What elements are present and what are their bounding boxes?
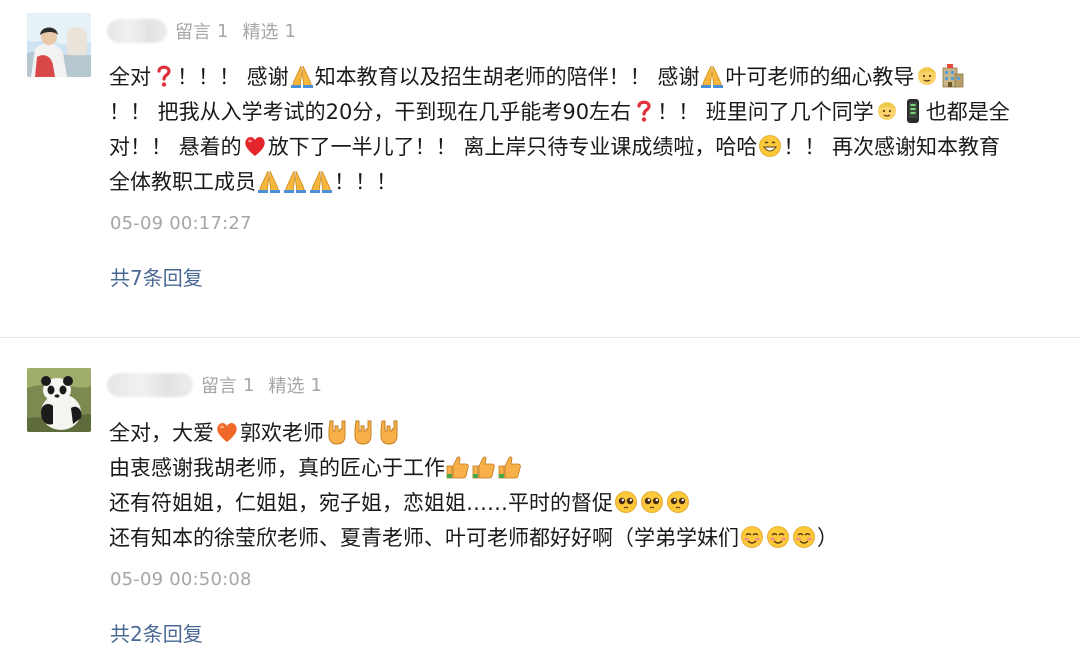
phone-icon (901, 98, 925, 124)
comment-meta: 留言 1 精选 1 (107, 369, 336, 401)
smiling-face-icon (915, 63, 939, 89)
comment-line: 由衷感谢我胡老师，真的匠心于工作 (109, 451, 838, 486)
red-question-mark-icon (632, 98, 656, 124)
featured-label: 精选 (242, 22, 279, 43)
folded-hands-icon (700, 63, 724, 89)
message-label: 留言 (175, 22, 211, 43)
featured-count: 1 (284, 20, 296, 42)
comment-meta: 留言 1 精选 1 (107, 15, 310, 47)
rock-on-hand-icon (351, 419, 375, 445)
thumbs-up-icon (472, 454, 496, 480)
comment-line: 对！！ 悬着的 放下了一半儿了！！ 离上岸只待专业课成绩啦，哈哈！！ 再次感谢知本… (109, 133, 1001, 159)
pleading-face-icon (640, 489, 664, 515)
comment-line: 全体教职工成员！！！ (109, 168, 397, 194)
avatar[interactable] (27, 368, 91, 432)
rock-on-hand-icon (377, 419, 401, 445)
smiling-face-icon (875, 98, 899, 124)
comment-body: 全对！！！ 感谢 知本教育以及招生胡老师的陪伴！！ 感谢 叶可老师的细心教导 ！！ … (109, 60, 1010, 200)
building-icon (941, 63, 965, 89)
thumbs-up-icon (446, 454, 470, 480)
view-replies-link[interactable]: 共2条回复 (110, 618, 203, 647)
folded-hands-icon (257, 168, 281, 194)
orange-heart-icon (215, 419, 239, 445)
comment-body: 全对，大爱 郭欢老师 由衷感谢我胡老师，真的匠心于工作 还有符姐姐，仁姐姐，宛子姐… (109, 416, 838, 556)
username-redacted (107, 19, 167, 43)
red-question-mark-icon (152, 63, 176, 89)
comment-1: 留言 1 精选 1 全对！！！ 感谢 知本教育以及招生胡老师的陪伴！！ 感谢 叶可老… (0, 0, 1080, 337)
username-redacted (107, 373, 193, 397)
comment-line: 全对！！！ 感谢 知本教育以及招生胡老师的陪伴！！ 感谢 叶可老师的细心教导 (109, 60, 1010, 95)
red-heart-icon (243, 133, 267, 159)
message-count: 1 (217, 20, 229, 42)
message-count: 1 (243, 374, 255, 396)
comment-2: 留言 1 精选 1 全对，大爱 郭欢老师 由衷感谢我胡老师，真的匠心于工作 还有符… (0, 338, 1080, 659)
folded-hands-icon (309, 168, 333, 194)
comment-line: 还有知本的徐莹欣老师、夏青老师、叶可老师都好好啊（学弟学妹们） (109, 524, 838, 550)
blushing-face-icon (766, 524, 790, 550)
rock-on-hand-icon (325, 419, 349, 445)
blushing-face-icon (792, 524, 816, 550)
message-label: 留言 (201, 376, 237, 397)
folded-hands-icon (290, 63, 314, 89)
comment-timestamp: 05-09 00:50:08 (110, 569, 252, 590)
pleading-face-icon (666, 489, 690, 515)
avatar[interactable] (27, 13, 91, 77)
grinning-face-icon (758, 133, 782, 159)
thumbs-up-icon (498, 454, 522, 480)
folded-hands-icon (283, 168, 307, 194)
pleading-face-icon (614, 489, 638, 515)
comment-line: ！！ 把我从入学考试的20分，干到现在几乎能考90左右！！ 班里问了几个同学 也都… (109, 98, 1010, 124)
comment-line: 全对，大爱 郭欢老师 (109, 416, 838, 451)
featured-count: 1 (310, 374, 322, 396)
comment-line: 还有符姐姐，仁姐姐，宛子姐，恋姐姐……平时的督促 (109, 486, 838, 521)
featured-label: 精选 (268, 376, 305, 397)
comment-timestamp: 05-09 00:17:27 (110, 213, 252, 234)
view-replies-link[interactable]: 共7条回复 (110, 262, 203, 291)
blushing-face-icon (740, 524, 764, 550)
